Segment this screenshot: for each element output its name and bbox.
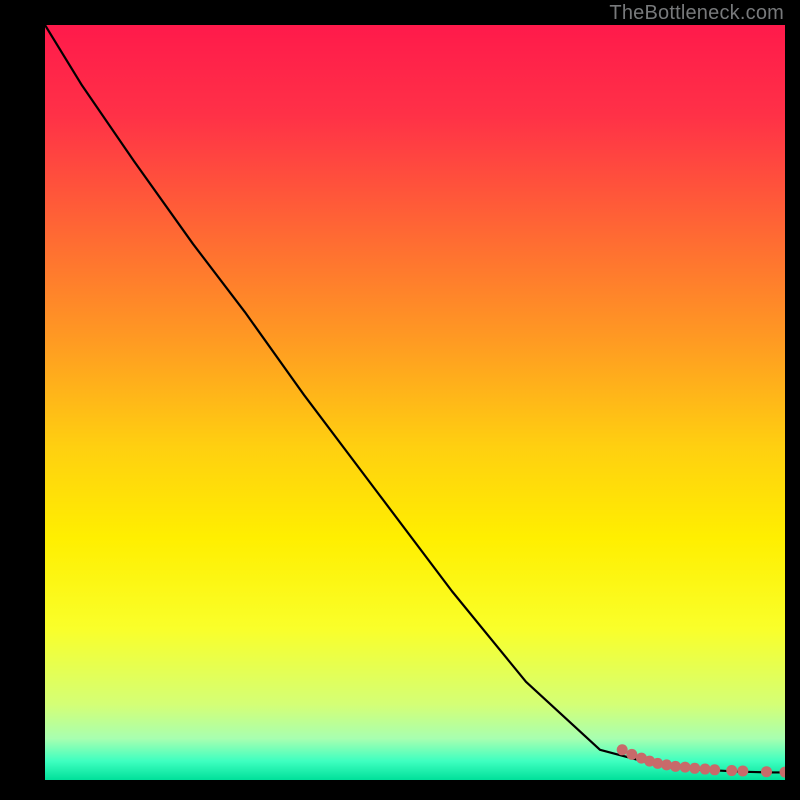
marker-point bbox=[670, 761, 681, 772]
bottleneck-chart bbox=[0, 0, 800, 800]
chart-frame: TheBottleneck.com bbox=[0, 0, 800, 800]
marker-point bbox=[726, 765, 737, 776]
marker-point bbox=[617, 744, 628, 755]
marker-point bbox=[689, 763, 700, 774]
marker-point bbox=[780, 767, 791, 778]
plot-background bbox=[45, 25, 785, 780]
marker-point bbox=[761, 766, 772, 777]
marker-point bbox=[626, 749, 637, 760]
marker-point bbox=[737, 765, 748, 776]
marker-point bbox=[709, 764, 720, 775]
marker-point bbox=[700, 764, 711, 775]
marker-point bbox=[680, 762, 691, 773]
credit-text: TheBottleneck.com bbox=[609, 2, 784, 25]
